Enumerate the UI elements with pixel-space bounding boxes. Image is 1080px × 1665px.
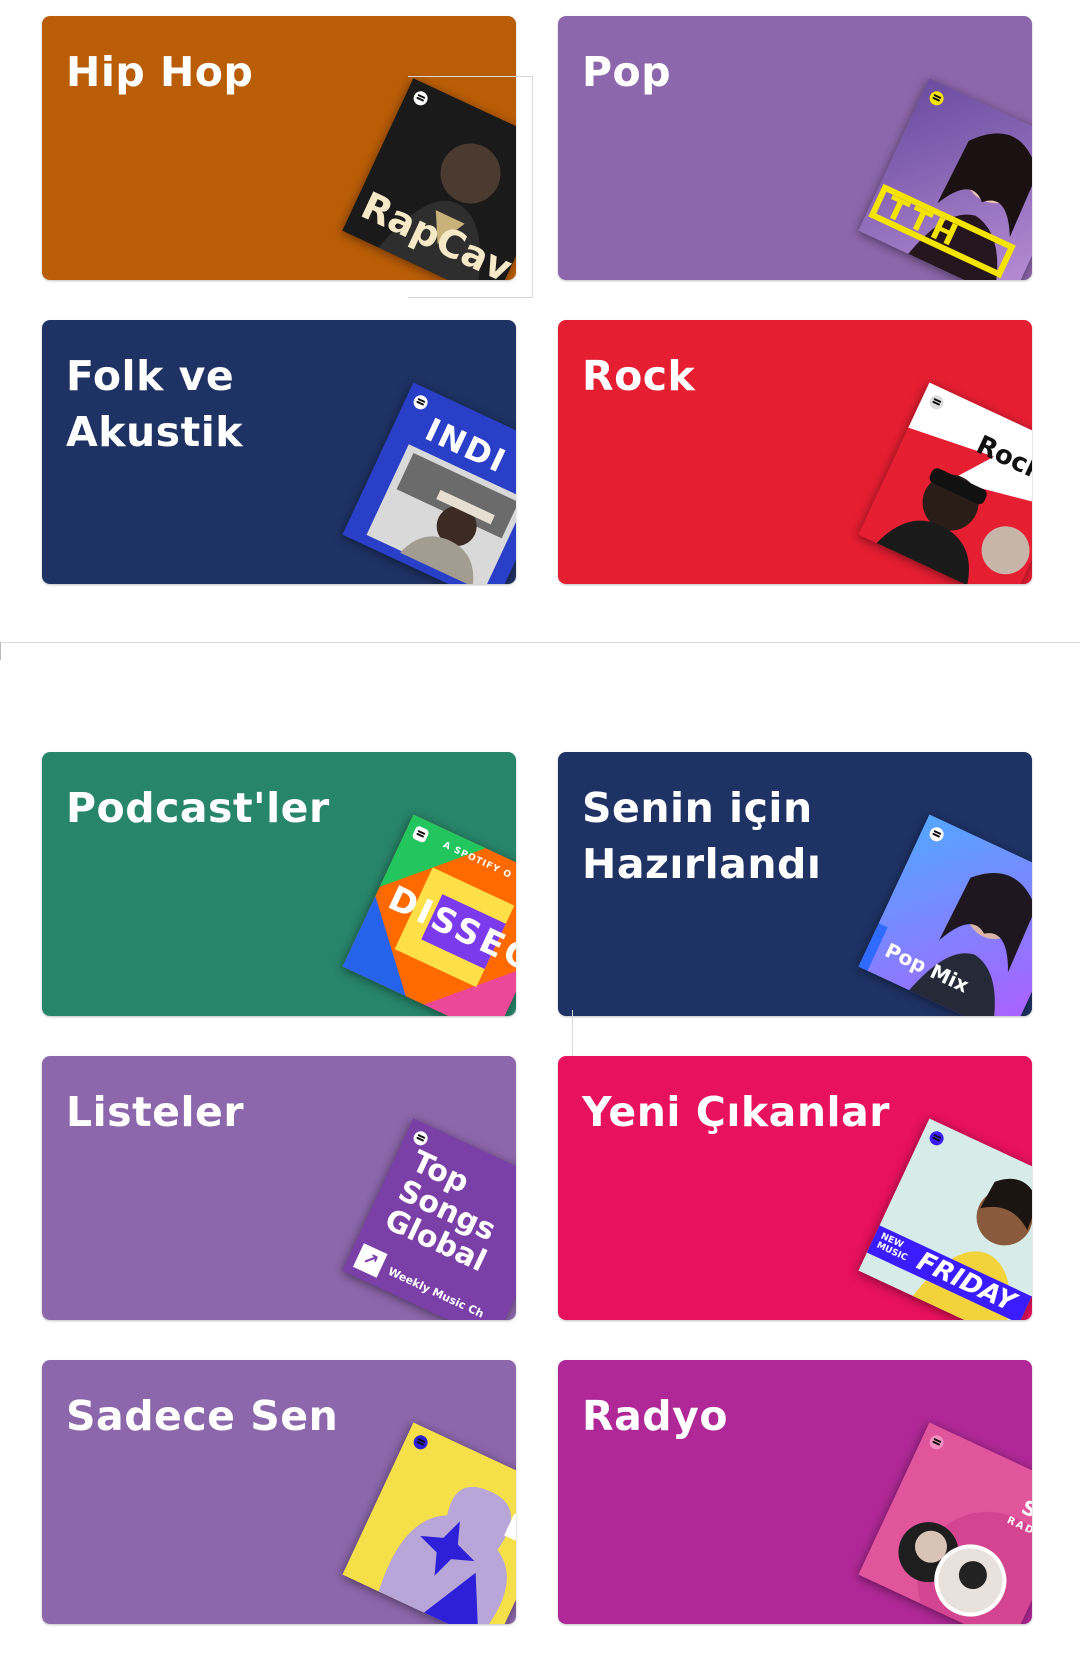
- playlist-cover-image: [342, 1422, 516, 1624]
- card-title: Rock: [582, 352, 696, 400]
- playlist-cover-image: Rock T: [858, 382, 1032, 584]
- card-title: Hip Hop: [66, 48, 254, 96]
- card-title: Folk ve Akustik: [66, 352, 244, 456]
- genre-card-pop[interactable]: Pop TTH: [558, 16, 1032, 280]
- card-title: Podcast'ler: [66, 784, 330, 832]
- drag-ghost-frame: [572, 1010, 1043, 1058]
- arrow-icon: ↗: [353, 1243, 388, 1278]
- cover-title: Top Songs Global: [379, 1144, 501, 1280]
- card-title: Listeler: [66, 1088, 245, 1136]
- playlist-cover-image: RapCav: [342, 78, 516, 280]
- card-title: Senin için Hazırlandı: [582, 784, 822, 888]
- genre-card-rock[interactable]: Rock Rock T: [558, 320, 1032, 584]
- browse-card-podcasts[interactable]: Podcast'ler A SPOTIFY O DISSEC: [42, 752, 516, 1016]
- browse-card-only-you[interactable]: Sadece Sen: [42, 1360, 516, 1624]
- cover-art: [342, 1422, 516, 1624]
- section-divider-tick: [0, 642, 5, 660]
- browse-card-made-for-you[interactable]: Senin için Hazırlandı Pop Mix: [558, 752, 1032, 1016]
- browse-card-new-releases[interactable]: Yeni Çıkanlar NEW MUSIC FRIDAY: [558, 1056, 1032, 1320]
- cover-art: [858, 382, 1032, 584]
- genre-card-folk-acoustic[interactable]: Folk ve Akustik INDI: [42, 320, 516, 584]
- playlist-cover-image: TTH: [858, 78, 1032, 280]
- playlist-cover-image: A SPOTIFY O DISSEC: [342, 814, 516, 1016]
- playlist-cover-image: Sia RADIO: [858, 1422, 1032, 1624]
- card-title: Sadece Sen: [66, 1392, 339, 1440]
- section-divider: [0, 642, 1080, 643]
- browse-card-charts[interactable]: Listeler Top Songs Global ↗ Weekly Music…: [42, 1056, 516, 1320]
- browse-card-radio[interactable]: Radyo Sia RADIO: [558, 1360, 1032, 1624]
- card-title: Radyo: [582, 1392, 728, 1440]
- playlist-cover-image: NEW MUSIC FRIDAY: [858, 1118, 1032, 1320]
- genre-card-hiphop[interactable]: Hip Hop RapCav: [42, 16, 516, 280]
- playlist-cover-image: Top Songs Global ↗ Weekly Music Ch: [342, 1118, 516, 1320]
- card-title: Pop: [582, 48, 672, 96]
- card-title: Yeni Çıkanlar: [582, 1088, 890, 1136]
